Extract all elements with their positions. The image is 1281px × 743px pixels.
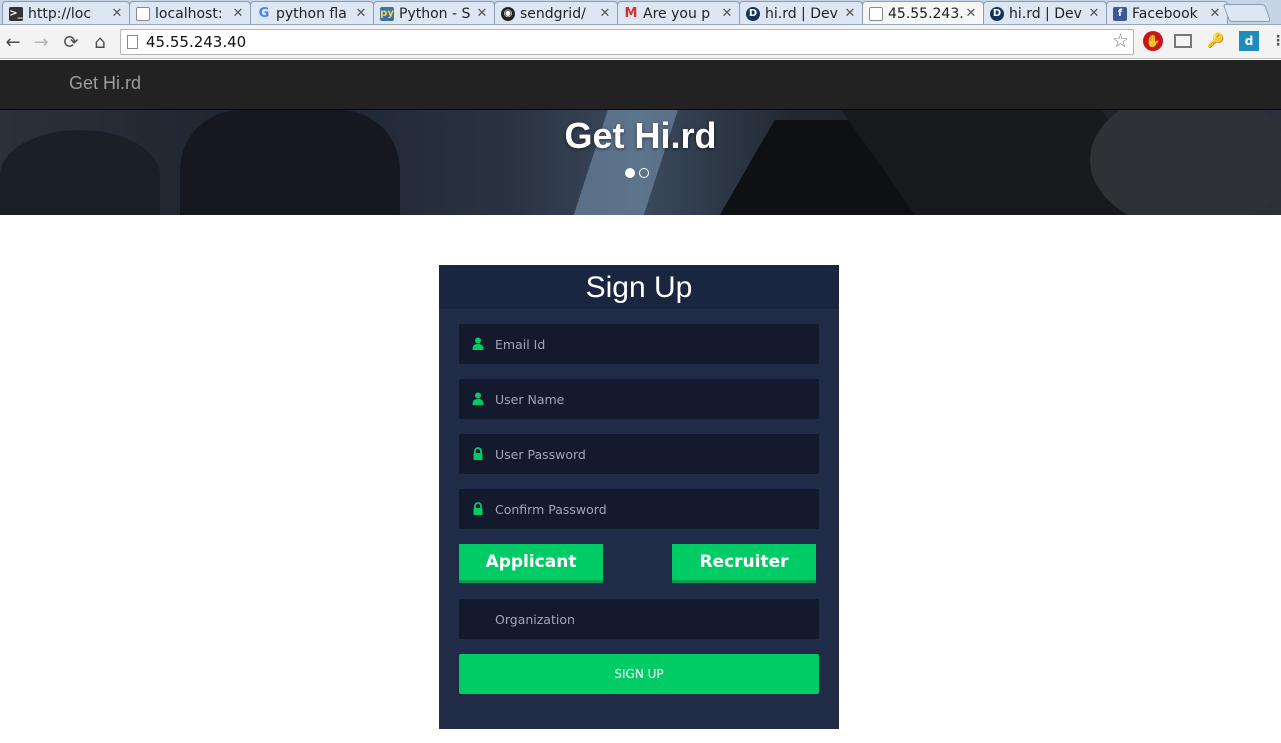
- github-icon: ◉: [501, 6, 515, 21]
- browser-tab[interactable]: G python fla ✕: [250, 1, 374, 24]
- browser-tab[interactable]: D hi.rd | Dev ✕: [983, 1, 1107, 24]
- close-icon[interactable]: ✕: [474, 6, 490, 21]
- address-bar[interactable]: 45.55.243.40 ☆: [120, 29, 1134, 55]
- tab-title: Facebook: [1132, 5, 1198, 22]
- tab-title: 45.55.243.: [888, 5, 963, 22]
- new-tab-button[interactable]: [1222, 4, 1272, 22]
- reload-icon[interactable]: ⟳: [60, 31, 82, 53]
- google-icon: G: [258, 6, 270, 21]
- carousel-dot[interactable]: [639, 168, 649, 178]
- applicant-button[interactable]: Applicant: [459, 544, 603, 583]
- cast-icon[interactable]: [1174, 34, 1192, 48]
- confirm-password-input[interactable]: [495, 489, 805, 529]
- organization-input[interactable]: [495, 599, 805, 639]
- url-text[interactable]: 45.55.243.40: [146, 33, 246, 51]
- close-icon[interactable]: ✕: [109, 6, 125, 21]
- email-field[interactable]: [459, 324, 819, 364]
- lock-icon: [473, 502, 483, 515]
- python-icon: py: [380, 6, 394, 21]
- close-icon[interactable]: ✕: [1207, 6, 1223, 21]
- page-info-icon[interactable]: [127, 35, 138, 49]
- password-field[interactable]: [459, 434, 819, 474]
- back-icon[interactable]: ←: [2, 31, 24, 53]
- recruiter-button[interactable]: Recruiter: [672, 544, 816, 583]
- browser-tab[interactable]: >_ http://loc ✕: [2, 1, 130, 24]
- browser-tab[interactable]: py Python - S ✕: [373, 1, 495, 24]
- hero-title: Get Hi.rd: [564, 115, 717, 156]
- lock-icon: [473, 447, 483, 460]
- browser-tab[interactable]: localhost: ✕: [129, 1, 251, 24]
- d-extension-icon[interactable]: d: [1239, 31, 1259, 51]
- signup-button[interactable]: SIGN UP: [459, 654, 819, 694]
- browser-tab[interactable]: M Are you p ✕: [617, 1, 740, 24]
- signup-title: Sign Up: [585, 271, 693, 304]
- close-icon[interactable]: ✕: [842, 6, 858, 21]
- tab-title: sendgrid/: [520, 5, 586, 22]
- page-icon: [136, 6, 150, 21]
- browser-tab-active[interactable]: 45.55.243. ✕: [862, 1, 984, 24]
- carousel-dot-active[interactable]: [625, 168, 635, 178]
- d-icon: D: [746, 6, 760, 21]
- carousel-indicators: [625, 168, 649, 178]
- close-icon[interactable]: ✕: [963, 6, 979, 21]
- signup-header: Sign Up: [439, 265, 839, 310]
- tab-title: Are you p: [643, 5, 711, 22]
- tab-title: python fla: [276, 5, 347, 22]
- email-input[interactable]: [495, 324, 805, 364]
- terminal-icon: >_: [9, 6, 23, 21]
- browser-tab[interactable]: D hi.rd | Dev ✕: [739, 1, 863, 24]
- forward-icon[interactable]: →: [30, 31, 52, 53]
- adblock-icon[interactable]: ✋: [1143, 31, 1163, 51]
- browser-toolbar: ← → ⟳ ⌂ 45.55.243.40 ☆ ✋ 🔑 d ⋮: [0, 25, 1281, 59]
- browser-tabstrip: >_ http://loc ✕ localhost: ✕ G python fl…: [0, 0, 1281, 25]
- close-icon[interactable]: ✕: [353, 6, 369, 21]
- bookmark-star-icon[interactable]: ☆: [1112, 30, 1129, 52]
- tab-title: http://loc: [28, 5, 92, 22]
- facebook-icon: f: [1113, 6, 1127, 21]
- tab-title: hi.rd | Dev: [1009, 5, 1082, 22]
- close-icon[interactable]: ✕: [230, 6, 246, 21]
- page-icon: [869, 6, 883, 21]
- browser-tab[interactable]: ◉ sendgrid/ ✕: [494, 1, 618, 24]
- signup-card: Sign Up Applicant Recruiter SIGN UP: [439, 265, 839, 729]
- menu-icon[interactable]: ⋮: [1268, 31, 1281, 51]
- user-icon: [472, 337, 484, 350]
- tab-title: hi.rd | Dev: [765, 5, 838, 22]
- username-field[interactable]: [459, 379, 819, 419]
- hero-carousel: Get Hi.rd: [0, 110, 1281, 215]
- close-icon[interactable]: ✕: [1086, 6, 1102, 21]
- d-icon: D: [990, 6, 1004, 21]
- browser-tab[interactable]: f Facebook ✕: [1106, 1, 1228, 24]
- site-navbar: Get Hi.rd: [0, 60, 1281, 110]
- navbar-brand[interactable]: Get Hi.rd: [69, 73, 141, 94]
- close-icon[interactable]: ✕: [719, 6, 735, 21]
- key-extension-icon[interactable]: 🔑: [1206, 31, 1226, 51]
- tab-title: Python - S: [399, 5, 471, 22]
- username-input[interactable]: [495, 379, 805, 419]
- home-icon[interactable]: ⌂: [89, 31, 111, 53]
- organization-field[interactable]: [459, 599, 819, 639]
- tab-title: localhost:: [155, 5, 223, 22]
- confirm-password-field[interactable]: [459, 489, 819, 529]
- close-icon[interactable]: ✕: [597, 6, 613, 21]
- gmail-icon: M: [624, 6, 638, 21]
- password-input[interactable]: [495, 434, 805, 474]
- user-icon: [472, 392, 484, 405]
